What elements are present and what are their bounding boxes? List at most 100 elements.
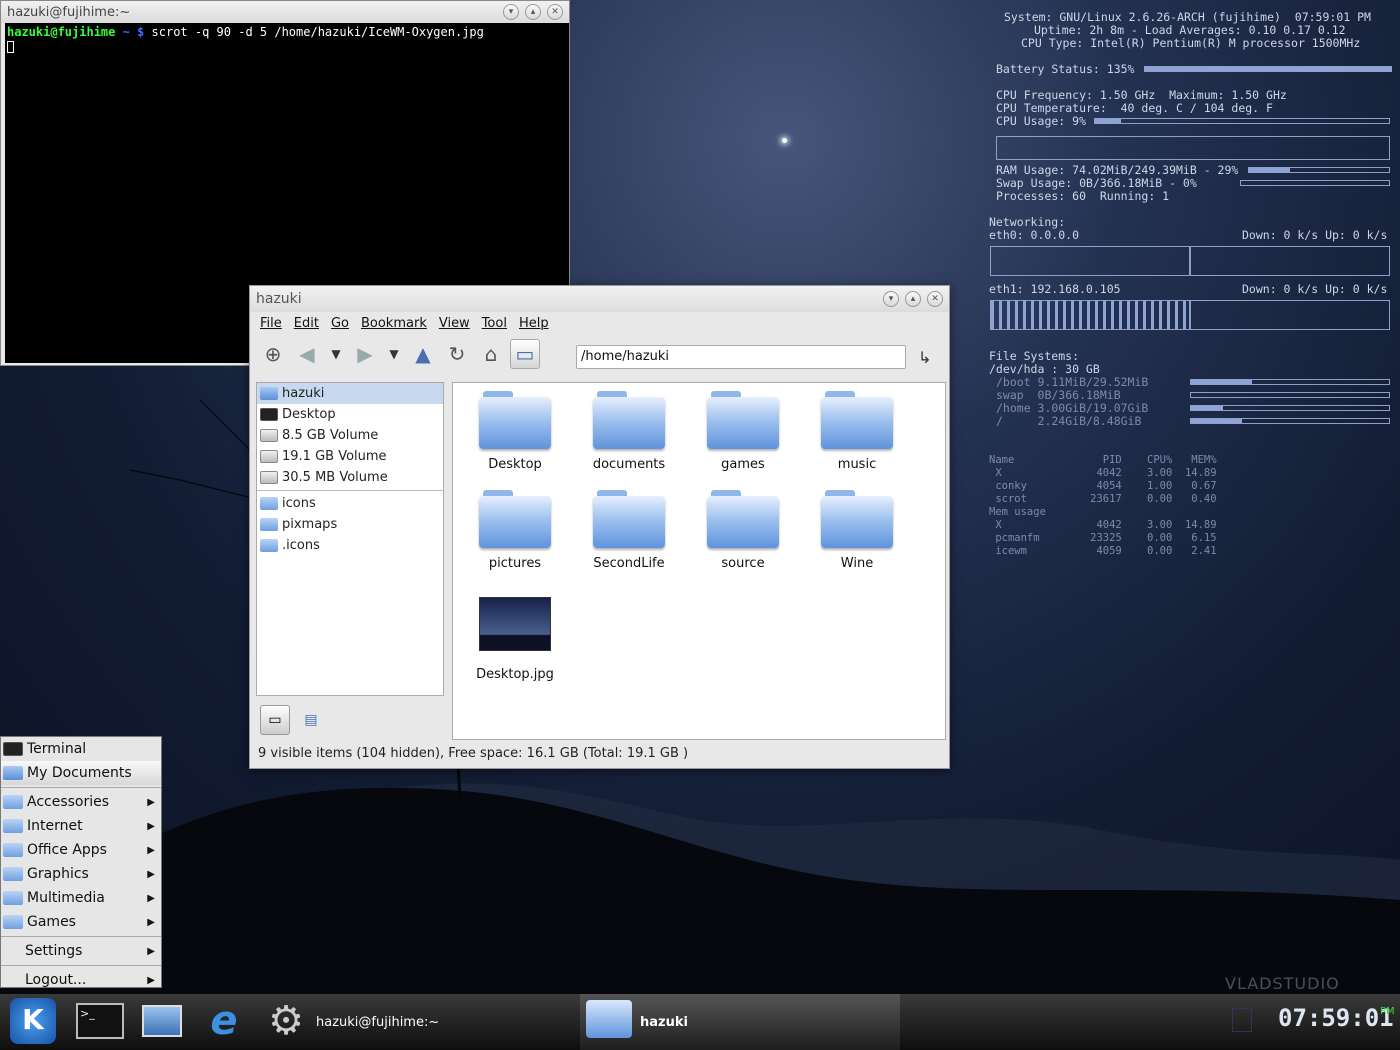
terminal-cursor: [7, 41, 14, 53]
file-manager-window[interactable]: hazuki ▾ ▴ ✕ File Edit Go Bookmark View …: [249, 285, 950, 769]
fm-file-view[interactable]: Desktop documents games music pictures S…: [452, 382, 946, 740]
task-file-manager-label: hazuki: [640, 1014, 688, 1030]
menu-tool[interactable]: Tool: [482, 316, 507, 331]
menu-item-graphics[interactable]: Graphics ▶: [1, 862, 161, 886]
folder-icon: [586, 1000, 632, 1038]
submenu-arrow-icon: ▶: [147, 916, 155, 928]
clock-ampm: PM: [1380, 1006, 1395, 1017]
menu-file[interactable]: File: [260, 316, 282, 331]
clock[interactable]: 07:59:01: [1278, 1004, 1394, 1032]
sidebar-label: 19.1 GB Volume: [282, 449, 387, 464]
menu-item-internet[interactable]: Internet ▶: [1, 814, 161, 838]
home-icon[interactable]: ⌂: [476, 339, 506, 369]
menu-separator: [1, 787, 161, 788]
file-label: Desktop: [488, 457, 542, 472]
drive-icon: [260, 471, 278, 484]
menu-item-my-documents[interactable]: My Documents: [1, 761, 161, 785]
sidebar-divider: [257, 490, 443, 491]
folder-icon: [707, 391, 779, 449]
sidebar-item-pixmaps[interactable]: pixmaps: [257, 514, 443, 535]
sidebar-item-hazuki[interactable]: hazuki: [257, 383, 443, 404]
menu-item-multimedia[interactable]: Multimedia ▶: [1, 886, 161, 910]
close-button[interactable]: ✕: [927, 291, 943, 307]
task-file-manager[interactable]: hazuki: [580, 994, 900, 1050]
fm-menubar: File Edit Go Bookmark View Tool Help: [250, 312, 949, 334]
settings-gear-icon[interactable]: ⚙: [262, 998, 310, 1044]
eth1-up-graph: [1190, 300, 1390, 330]
file-item-music[interactable]: music: [807, 391, 907, 472]
back-history-icon[interactable]: ▼: [326, 339, 346, 369]
sidebar-label: hazuki: [282, 386, 325, 401]
menu-label: Settings: [25, 943, 83, 959]
forward-icon[interactable]: ▶: [350, 339, 380, 369]
file-item-desktop-jpg[interactable]: Desktop.jpg: [465, 597, 565, 682]
menu-view[interactable]: View: [439, 316, 470, 331]
menu-item-terminal[interactable]: Terminal: [1, 737, 161, 761]
minimize-button[interactable]: ▾: [883, 291, 899, 307]
menu-item-logout[interactable]: Logout... ▶: [1, 968, 161, 992]
sidebar-label: icons: [282, 496, 316, 511]
file-item-pictures[interactable]: pictures: [465, 490, 565, 571]
menu-label: Internet: [27, 818, 83, 834]
fs-swap: swap 0B/366.18MiB: [996, 388, 1121, 402]
up-icon[interactable]: ▲: [408, 339, 438, 369]
minimize-button[interactable]: ▾: [503, 4, 519, 20]
menu-go[interactable]: Go: [331, 316, 349, 331]
terminal-title: hazuki@fujihime:~: [7, 4, 131, 20]
maximize-button[interactable]: ▴: [525, 4, 541, 20]
forward-history-icon[interactable]: ▼: [384, 339, 404, 369]
computer-launcher-icon[interactable]: [138, 1000, 186, 1042]
terminal-titlebar[interactable]: hazuki@fujihime:~ ▾ ▴ ✕: [1, 1, 569, 23]
image-thumbnail: [479, 597, 551, 651]
sidebar-item-volume-19-1[interactable]: 19.1 GB Volume: [257, 446, 443, 467]
file-item-documents[interactable]: documents: [579, 391, 679, 472]
go-icon[interactable]: ↳: [918, 348, 931, 367]
file-label: Wine: [840, 556, 874, 571]
menu-item-office-apps[interactable]: Office Apps ▶: [1, 838, 161, 862]
fm-titlebar[interactable]: hazuki ▾ ▴ ✕: [250, 286, 949, 312]
sidebar-item-desktop[interactable]: Desktop: [257, 404, 443, 425]
file-item-source[interactable]: source: [693, 490, 793, 571]
computer-icon[interactable]: ▭: [510, 339, 540, 369]
file-item-secondlife[interactable]: SecondLife: [579, 490, 679, 571]
sidebar-item-dot-icons[interactable]: .icons: [257, 535, 443, 556]
sidebar-item-icons[interactable]: icons: [257, 493, 443, 514]
menu-item-games[interactable]: Games ▶: [1, 910, 161, 934]
menu-item-settings[interactable]: Settings ▶: [1, 939, 161, 963]
sidebar-item-volume-8-5[interactable]: 8.5 GB Volume: [257, 425, 443, 446]
task-terminal[interactable]: hazuki@fujihime:~: [316, 994, 576, 1050]
menu-item-accessories[interactable]: Accessories ▶: [1, 790, 161, 814]
back-icon[interactable]: ◀: [292, 339, 322, 369]
menu-bookmark[interactable]: Bookmark: [361, 316, 427, 331]
maximize-button[interactable]: ▴: [905, 291, 921, 307]
menu-label: Accessories: [27, 794, 110, 810]
file-item-desktop[interactable]: Desktop: [465, 391, 565, 472]
terminal-launcher-icon[interactable]: >_: [76, 1000, 124, 1042]
file-item-games[interactable]: games: [693, 391, 793, 472]
menu-help[interactable]: Help: [519, 316, 549, 331]
folder-icon: [3, 819, 23, 833]
ram-bar-fill: [1249, 168, 1290, 172]
conky-cputype: CPU Type: Intel(R) Pentium(R) M processo…: [1021, 36, 1361, 50]
eth1-down-graph: [990, 300, 1190, 330]
folder-icon: [707, 490, 779, 548]
fs-boot-bar: [1190, 379, 1390, 385]
menu-separator: [1, 936, 161, 937]
file-label: Desktop.jpg: [476, 667, 554, 682]
folder-icon: [821, 490, 893, 548]
reload-icon[interactable]: ↻: [442, 339, 472, 369]
fs-root-bar: [1190, 418, 1390, 424]
close-button[interactable]: ✕: [547, 4, 563, 20]
browser-launcher-icon[interactable]: e: [200, 998, 248, 1044]
kde-start-icon[interactable]: K: [10, 998, 56, 1044]
sidebar-item-volume-30-5[interactable]: 30.5 MB Volume: [257, 467, 443, 488]
file-item-wine[interactable]: Wine: [807, 490, 907, 571]
submenu-arrow-icon: ▶: [147, 945, 155, 957]
menu-edit[interactable]: Edit: [294, 316, 319, 331]
tree-view-icon[interactable]: ▤: [296, 705, 326, 735]
places-view-icon[interactable]: ▭: [260, 705, 290, 735]
fs-home-bar: [1190, 405, 1390, 411]
terminal-command: scrot -q 90 -d 5 /home/hazuki/IceWM-Oxyg…: [151, 25, 484, 39]
new-tab-icon[interactable]: ⊕: [258, 339, 288, 369]
location-input[interactable]: /home/hazuki: [576, 345, 906, 369]
